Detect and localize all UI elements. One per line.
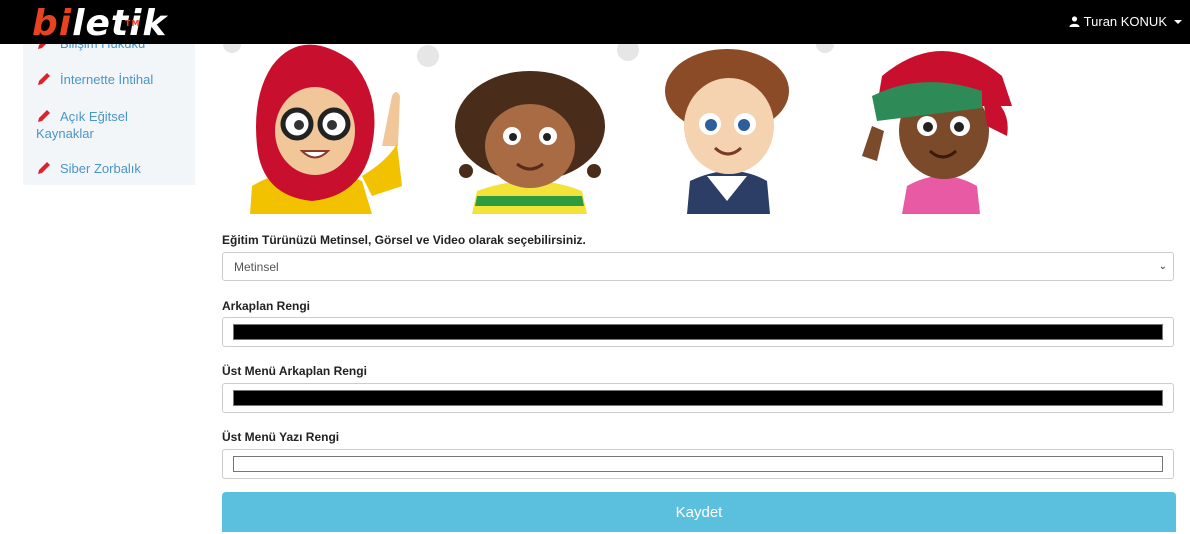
top-navbar: biletik TM Turan KONUK — [0, 0, 1190, 44]
pencil-icon — [38, 110, 50, 122]
background-color-picker[interactable] — [233, 324, 1163, 340]
save-button[interactable]: Kaydet — [222, 492, 1176, 532]
background-color-label: Arkaplan Rengi — [222, 299, 311, 313]
training-type-select[interactable]: Metinsel ⌄ — [222, 252, 1174, 281]
top-menu-text-color-field — [222, 449, 1174, 479]
user-menu-dropdown[interactable]: Turan KONUK — [1069, 14, 1182, 29]
biletik-logo[interactable]: biletik TM — [32, 6, 167, 42]
top-menu-text-color-label: Üst Menü Yazı Rengi — [222, 430, 340, 444]
sidebar-item-siber-zorbalik[interactable]: Siber Zorbalık — [36, 160, 141, 177]
child-cap-figure — [862, 51, 1012, 214]
user-icon — [1069, 16, 1080, 27]
child-vest-figure — [665, 49, 789, 214]
top-menu-text-color-picker[interactable] — [233, 456, 1163, 472]
sidebar-item-internette-intihal[interactable]: İnternette İntihal — [36, 71, 153, 88]
caret-down-icon — [1174, 19, 1182, 24]
top-menu-background-color-field — [222, 383, 1174, 413]
child-hijab-figure — [250, 44, 402, 214]
sidebar-item-acik-egitsel-kaynaklar[interactable]: Açık Eğitsel Kaynaklar — [36, 108, 148, 142]
training-type-label: Eğitim Türünüzü Metinsel, Görsel ve Vide… — [222, 233, 586, 247]
sidebar-item-label: Siber Zorbalık — [60, 161, 141, 176]
pencil-icon — [38, 73, 50, 85]
background-color-field — [222, 317, 1174, 347]
sidebar-item-label: İnternette İntihal — [60, 72, 154, 87]
logo-prefix: bi — [32, 3, 73, 44]
pencil-icon — [38, 162, 50, 174]
training-type-value: Metinsel — [234, 260, 279, 274]
user-name: Turan KONUK — [1083, 14, 1167, 29]
top-menu-background-color-label: Üst Menü Arkaplan Rengi — [222, 364, 367, 378]
children-illustration — [222, 36, 1022, 214]
logo-rest: letik — [72, 3, 168, 44]
logo-trademark: TM — [125, 19, 141, 28]
top-menu-background-color-picker[interactable] — [233, 390, 1163, 406]
chevron-down-icon: ⌄ — [1158, 261, 1167, 272]
child-braids-figure — [455, 71, 605, 214]
